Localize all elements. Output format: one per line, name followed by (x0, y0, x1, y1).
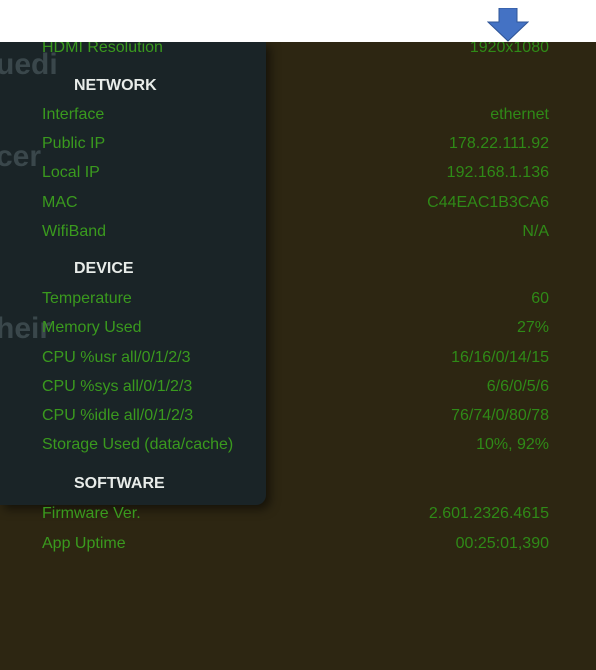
info-row-memory-used: Memory Used 27% (0, 317, 596, 339)
info-row-public-ip: Public IP 178.22.111.92 (0, 133, 596, 155)
info-value: 60 (531, 290, 549, 307)
info-label: WifiBand (42, 223, 107, 240)
info-row-app-uptime: App Uptime 00:25:01,390 (0, 533, 596, 555)
info-value: 00:25:01,390 (455, 535, 549, 552)
info-value: 6/6/0/5/6 (486, 378, 549, 395)
info-label: Storage Used (data/cache) (42, 436, 234, 453)
info-value: 76/74/0/80/78 (451, 407, 549, 424)
info-row-cpu-idle: CPU %idle all/0/1/2/3 76/74/0/80/78 (0, 405, 596, 427)
section-title-software: SOFTWARE (74, 475, 165, 492)
info-label: App Uptime (42, 535, 126, 552)
info-label: Interface (42, 106, 105, 123)
info-row-wifiband: WifiBand N/A (0, 221, 596, 243)
section-title-network: NETWORK (74, 77, 157, 94)
info-value: 16/16/0/14/15 (451, 349, 549, 366)
down-arrow-icon (487, 8, 529, 42)
section-title-device: DEVICE (74, 260, 134, 277)
info-row-cpu-usr: CPU %usr all/0/1/2/3 16/16/0/14/15 (0, 347, 596, 369)
info-row-temperature: Temperature 60 (0, 288, 596, 310)
info-value: ethernet (490, 106, 549, 123)
info-value: 178.22.111.92 (449, 135, 549, 152)
info-value: C44EAC1B3CA6 (427, 194, 549, 211)
info-row-cpu-sys: CPU %sys all/0/1/2/3 6/6/0/5/6 (0, 376, 596, 398)
info-label: Memory Used (42, 319, 142, 336)
info-value: 10%, 92% (476, 436, 549, 453)
info-row-storage-used: Storage Used (data/cache) 10%, 92% (0, 434, 596, 456)
info-row-interface: Interface ethernet (0, 104, 596, 126)
info-label: Temperature (42, 290, 132, 307)
device-info-screen: uedi cer heir HDMI Resolution 1920x1080 … (0, 42, 596, 670)
info-label: CPU %usr all/0/1/2/3 (42, 349, 191, 366)
info-label: Public IP (42, 135, 106, 152)
info-label: Firmware Ver. (42, 505, 141, 522)
info-row-hdmi-resolution: HDMI Resolution 1920x1080 (0, 42, 596, 59)
info-label: MAC (42, 194, 78, 211)
info-row-firmware: Firmware Ver. 2.601.2326.4615 (0, 503, 596, 525)
info-row-local-ip: Local IP 192.168.1.136 (0, 162, 596, 184)
info-value: 27% (516, 319, 549, 336)
info-label: HDMI Resolution (42, 42, 163, 56)
info-value: N/A (522, 223, 549, 240)
info-row-mac: MAC C44EAC1B3CA6 (0, 192, 596, 214)
info-value: 192.168.1.136 (446, 164, 549, 181)
info-value: 2.601.2326.4615 (428, 505, 549, 522)
info-label: Local IP (42, 164, 100, 181)
info-value: 1920x1080 (469, 42, 549, 56)
info-label: CPU %idle all/0/1/2/3 (42, 407, 194, 424)
info-label: CPU %sys all/0/1/2/3 (42, 378, 193, 395)
